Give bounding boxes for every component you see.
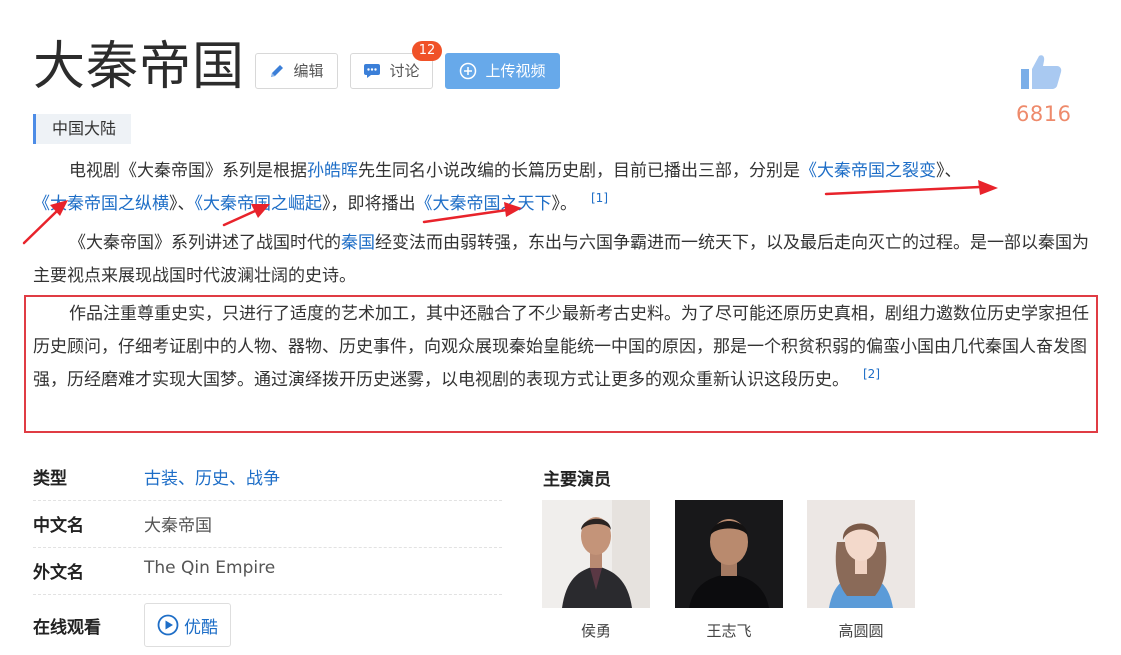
summary-paragraph-2: 《大秦帝国》系列讲述了战国时代的秦国经变法而由弱转强，东出与六国争霸进而一统天下… (33, 227, 1095, 293)
reference-link-1[interactable]: [1] (591, 191, 608, 205)
cast-photo-hou-yong[interactable] (542, 500, 650, 608)
para1-text: 先生同名小说改编的长篇历史剧，目前已播出三部，分别是 (358, 161, 800, 181)
author-link[interactable]: 孙皓晖 (307, 161, 358, 181)
discuss-button-label: 讨论 (389, 62, 420, 80)
genre-separator: 、 (229, 469, 246, 489)
cast-photo-image (675, 500, 783, 608)
genre-separator: 、 (178, 469, 195, 489)
para1-text: 》、 (936, 161, 962, 181)
season-link-liebian-open[interactable]: 《 (800, 161, 817, 181)
season-link-liebian[interactable]: 大秦帝国之裂变 (817, 161, 936, 181)
discuss-count-badge: 12 (412, 41, 442, 61)
season-link-zongheng[interactable]: 大秦帝国之纵横 (50, 194, 169, 214)
youku-watch-button[interactable]: 优酷 (144, 603, 231, 647)
season-link-tianxia-open[interactable]: 《 (416, 194, 433, 214)
info-divider (33, 500, 502, 501)
cast-photo-gao-yuanyuan[interactable] (807, 500, 915, 608)
page-title: 大秦帝国 (33, 37, 246, 97)
cast-name[interactable]: 高圆圆 (807, 620, 915, 641)
cast-photo-image (542, 500, 650, 608)
genre-value: 古装、历史、战争 (144, 464, 280, 489)
para1-text: 》。 (551, 194, 578, 214)
cast-name[interactable]: 侯勇 (542, 620, 650, 641)
para1-text: 电视剧《大秦帝国》系列是根据 (69, 161, 307, 181)
foreign-name-label: 外文名 (33, 563, 84, 583)
info-divider (33, 594, 502, 595)
chat-bubble-icon (364, 64, 381, 78)
edit-button[interactable]: 编辑 (255, 53, 338, 89)
upload-video-button[interactable]: 上传视频 (445, 53, 560, 89)
chinese-name-value: 大秦帝国 (144, 516, 212, 536)
genre-link[interactable]: 历史 (195, 469, 229, 489)
para1-text: 》、 (169, 194, 195, 214)
pencil-icon (271, 65, 284, 77)
highlight-annotation-box (24, 295, 1098, 433)
summary-paragraph-1: 电视剧《大秦帝国》系列是根据孙皓晖先生同名小说改编的长篇历史剧，目前已播出三部，… (33, 155, 1095, 221)
para1-text: 》，即将播出 (322, 194, 416, 214)
season-link-jueqi-open[interactable]: 《 (195, 194, 204, 214)
season-link-zongheng-open[interactable]: 《 (33, 194, 50, 214)
info-divider (33, 547, 502, 548)
cast-photo-wang-zhifei[interactable] (675, 500, 783, 608)
cast-heading: 主要演员 (543, 470, 611, 490)
genre-link[interactable]: 战争 (246, 469, 280, 489)
season-link-jueqi[interactable]: 大秦帝国之崛起 (203, 194, 322, 214)
cast-photo-image (807, 500, 915, 608)
youku-label: 优酷 (184, 617, 218, 638)
play-circle-icon (157, 614, 179, 636)
season-link-tianxia[interactable]: 大秦帝国之天下 (433, 194, 552, 214)
genre-link[interactable]: 古装 (144, 469, 178, 489)
like-count: 6816 (1016, 102, 1072, 126)
region-tag[interactable]: 中国大陆 (33, 114, 132, 144)
qin-state-link[interactable]: 秦国 (341, 233, 375, 253)
genre-label: 类型 (33, 469, 67, 489)
cast-name[interactable]: 王志飞 (675, 620, 783, 641)
upload-video-button-label: 上传视频 (485, 62, 546, 80)
chinese-name-label: 中文名 (33, 516, 84, 536)
plus-circle-icon (460, 62, 477, 80)
thumbs-up-icon[interactable] (1019, 52, 1063, 92)
watch-online-label: 在线观看 (33, 618, 101, 638)
edit-button-label: 编辑 (293, 62, 324, 80)
para2-text: 《大秦帝国》系列讲述了战国时代的 (69, 233, 341, 253)
foreign-name-value: The Qin Empire (144, 558, 276, 578)
